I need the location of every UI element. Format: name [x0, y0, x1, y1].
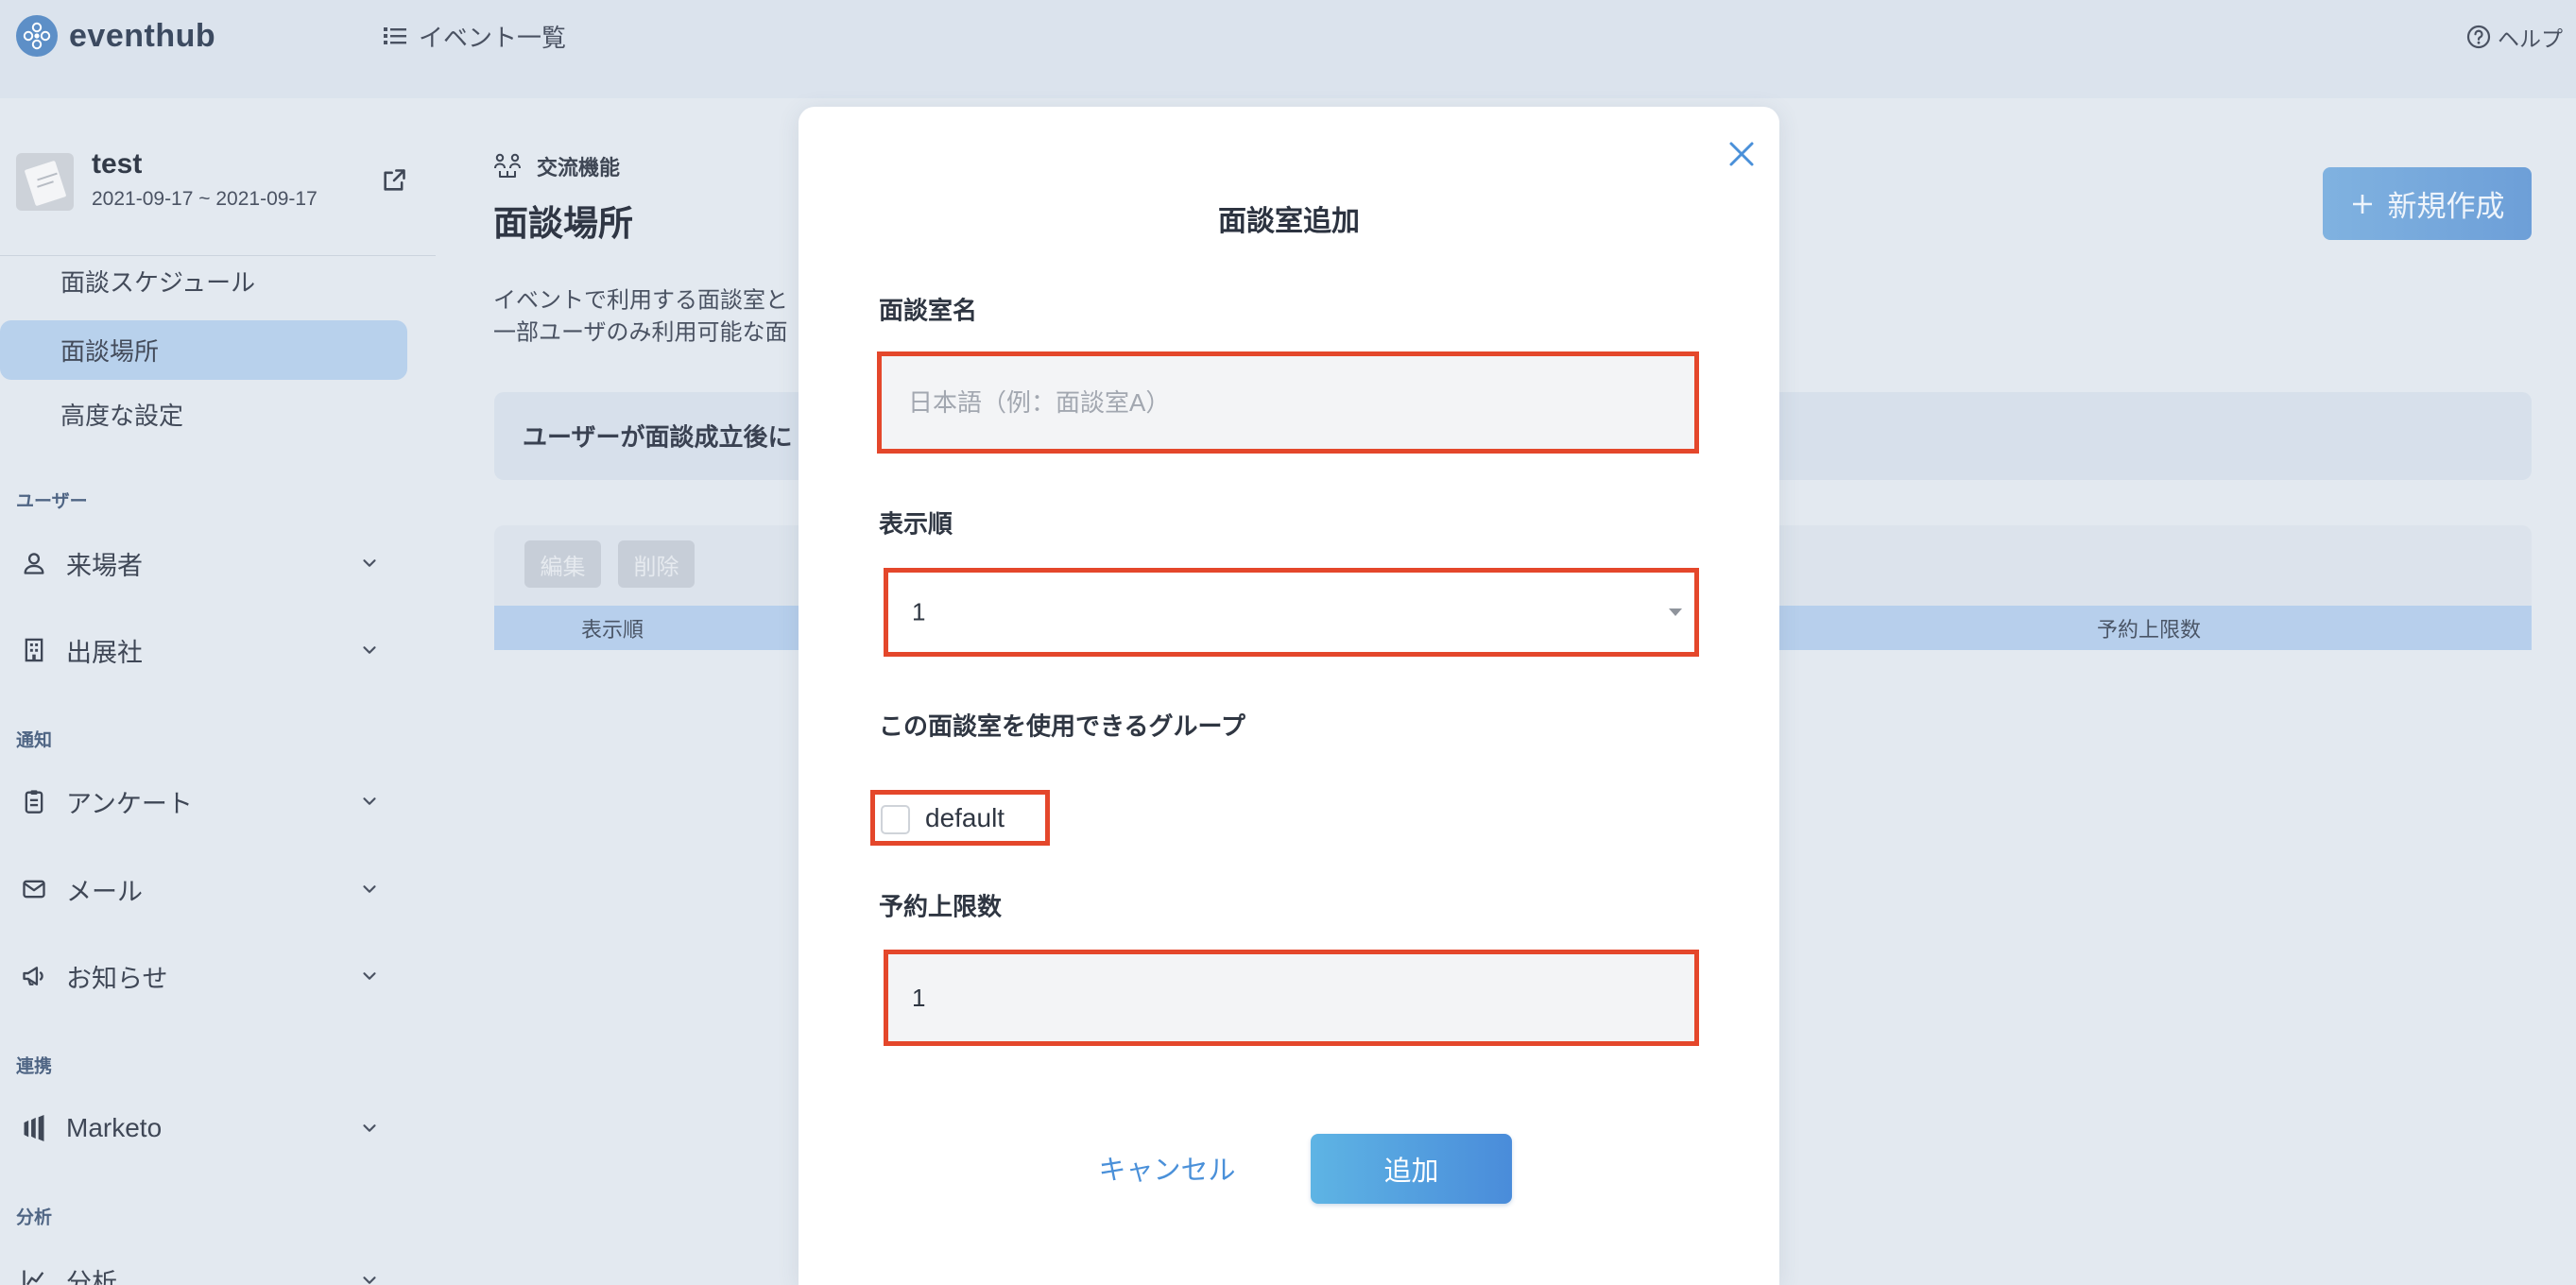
- display-order-label: 表示順: [879, 509, 953, 539]
- caret-down-icon: [1669, 608, 1682, 616]
- display-order-value: 1: [912, 597, 926, 626]
- highlight-box: [884, 950, 1699, 1046]
- groups-label: この面談室を使用できるグループ: [879, 711, 1245, 741]
- close-icon[interactable]: [1726, 139, 1757, 169]
- cancel-button[interactable]: キャンセル: [1073, 1148, 1262, 1188]
- add-button-label: 追加: [1383, 1156, 1439, 1187]
- add-button[interactable]: 追加: [1311, 1134, 1512, 1204]
- booking-limit-label: 予約上限数: [879, 892, 1003, 921]
- highlight-box: 1: [884, 568, 1699, 657]
- group-option-default[interactable]: default: [875, 795, 1045, 841]
- room-name-label: 面談室名: [879, 296, 978, 325]
- group-checkbox[interactable]: [881, 805, 910, 834]
- add-room-modal: 面談室追加 面談室名 表示順 1 この面談室を使用できるグループ default…: [799, 107, 1779, 1285]
- room-name-input[interactable]: [882, 356, 1694, 449]
- display-order-select[interactable]: 1: [888, 573, 1694, 652]
- highlight-box: default: [870, 790, 1050, 846]
- booking-limit-input[interactable]: [888, 954, 1694, 1041]
- group-option-label: default: [925, 803, 1005, 832]
- highlight-box: [877, 351, 1699, 454]
- modal-title: 面談室追加: [1218, 206, 1360, 237]
